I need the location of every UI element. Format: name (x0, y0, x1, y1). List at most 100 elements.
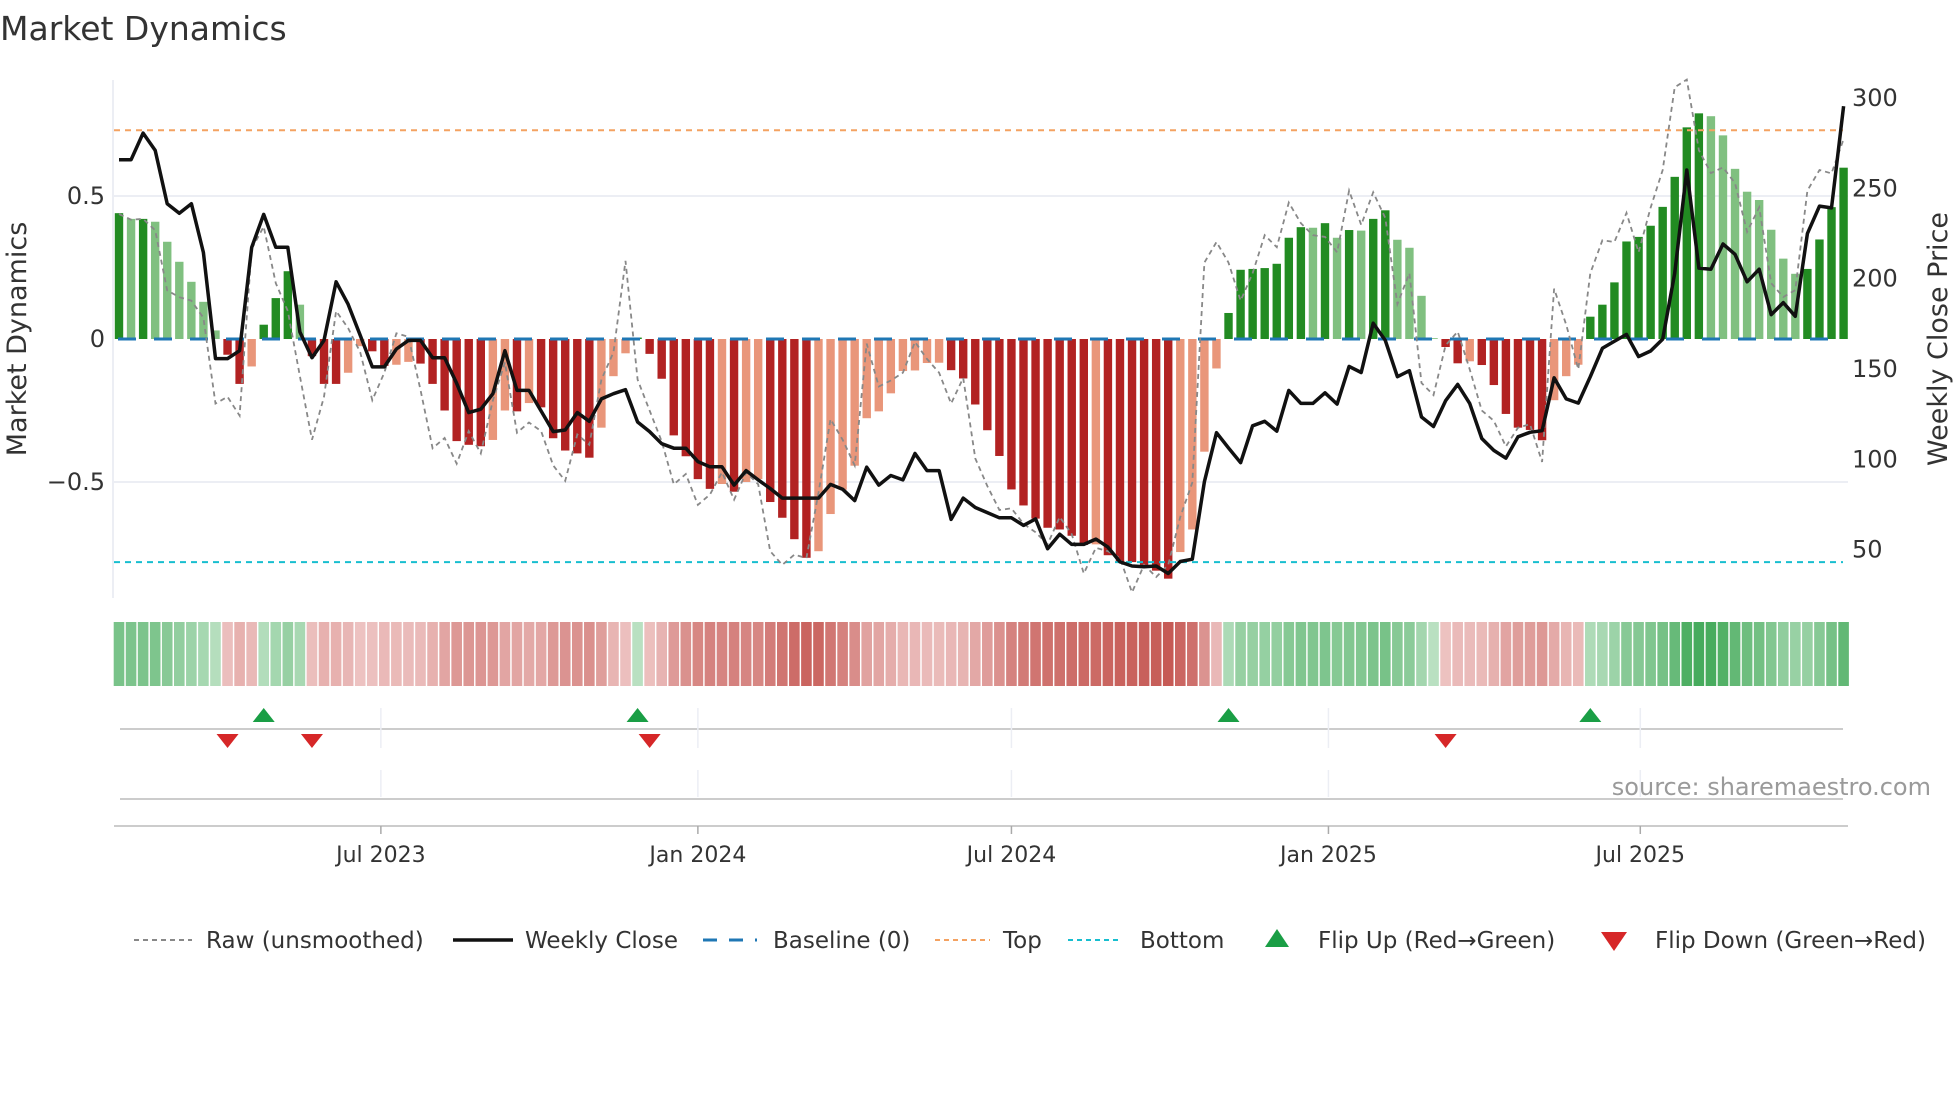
strip-cell (632, 622, 643, 686)
dynamics-bar (1489, 339, 1499, 386)
dynamics-bar (1417, 295, 1426, 339)
chart-title: Market Dynamics (0, 9, 287, 48)
dynamics-bar (1103, 339, 1113, 556)
dynamics-bar (874, 339, 883, 412)
dynamics-bar (1381, 210, 1390, 339)
dynamics-bar (1164, 339, 1173, 579)
dynamics-bar (1356, 230, 1366, 339)
strip-cell (1597, 622, 1608, 686)
dynamics-bar (536, 339, 546, 408)
strip-cell (1609, 622, 1620, 686)
strip-cell (1765, 622, 1777, 686)
line-series (118, 78, 1846, 595)
dynamics-bar (790, 339, 799, 540)
dynamics-bar (1718, 135, 1728, 339)
strip-cell (415, 622, 426, 686)
dynamics-bar (1465, 339, 1474, 362)
x-tick-label: Jan 2025 (1278, 843, 1377, 868)
strip-cell (716, 622, 728, 686)
dynamics-bar (1284, 237, 1294, 339)
strip-cell (1560, 622, 1572, 686)
dynamics-bar (959, 339, 968, 379)
regime-heat-strip (113, 622, 1849, 686)
dynamics-bar (850, 339, 859, 466)
strip-cell (499, 622, 511, 686)
strip-cell (1223, 622, 1234, 686)
strip-cell (149, 622, 161, 686)
dynamics-bar (838, 339, 847, 490)
legend-item-baseline: Baseline (0) (703, 928, 910, 954)
strip-cell (1102, 622, 1114, 686)
strip-cell (1187, 622, 1198, 686)
dynamics-bar (910, 339, 920, 371)
dynamics-bar (440, 339, 449, 411)
strip-cell (330, 622, 342, 686)
dynamics-bar (1031, 339, 1040, 519)
strip-cell (1307, 622, 1319, 686)
dynamics-bar (1320, 223, 1330, 339)
strip-cell (222, 622, 233, 686)
strip-cell (1030, 622, 1041, 686)
flip-up-marker (626, 708, 649, 722)
dynamics-bar (1332, 237, 1342, 339)
dynamics-bar (1308, 227, 1318, 339)
strip-cell (1512, 622, 1524, 686)
strip-cell (994, 622, 1005, 686)
x-tick-label: Jul 2023 (334, 843, 426, 868)
dynamics-bar (223, 339, 232, 355)
legend-bottom-label: Bottom (1140, 928, 1224, 954)
dynamics-bar (187, 281, 196, 339)
strip-cell (1006, 622, 1017, 686)
x-tick-label: Jul 2024 (965, 843, 1057, 868)
strip-cell (752, 622, 764, 686)
strip-cell (1488, 622, 1500, 686)
dynamics-bar (1151, 339, 1161, 571)
dynamics-bar (621, 339, 630, 354)
dynamics-bar (1574, 339, 1583, 365)
legend-flip-up-label: Flip Up (Red→Green) (1318, 928, 1555, 954)
strip-cell (1283, 622, 1295, 686)
dynamics-bar (886, 339, 896, 394)
dynamics-bar (561, 339, 570, 451)
strip-cell (644, 622, 655, 686)
strip-cell (1524, 622, 1536, 686)
dynamics-bar (1646, 225, 1655, 339)
dynamics-bar (138, 218, 148, 339)
strip-cell (1741, 622, 1753, 686)
left-tick-label: 0.5 (67, 182, 105, 210)
dynamics-bar (971, 339, 980, 405)
strip-cell (608, 622, 619, 686)
triangle-up-icon (1265, 929, 1289, 947)
strip-cell (427, 622, 438, 686)
dynamics-bar (1622, 241, 1631, 339)
strip-cell (1657, 622, 1668, 686)
dynamics-bar (1586, 316, 1595, 339)
right-axis-ticks: 300 250 200 150 100 50 (1852, 84, 1898, 564)
strip-cell (475, 622, 487, 686)
dynamics-bar (1513, 339, 1523, 428)
dynamics-bar (1369, 218, 1378, 339)
strip-cell (777, 622, 788, 686)
strip-cell (1777, 622, 1789, 686)
strip-cell (246, 622, 257, 686)
dynamics-bar (1019, 339, 1028, 506)
strip-cell (825, 622, 836, 686)
strip-cell (186, 622, 197, 686)
dynamics-bar (1827, 207, 1836, 339)
left-axis-title: Market Dynamics (2, 222, 33, 457)
dynamics-bar (126, 218, 136, 339)
strip-cell (559, 622, 571, 686)
strip-cell (1404, 622, 1415, 686)
dynamics-bar (1815, 239, 1824, 339)
strip-cell (789, 622, 800, 686)
strip-cell (161, 622, 173, 686)
dynamics-bar (778, 339, 787, 518)
dynamics-bar (814, 339, 823, 552)
dynamics-bar (150, 221, 160, 339)
dynamics-bar (741, 339, 751, 482)
strip-cell (547, 622, 559, 686)
legend-item-flip-down: Flip Down (Green→Red) (1601, 928, 1926, 954)
dynamics-bar (1115, 339, 1125, 562)
strip-cell (1331, 622, 1343, 686)
flip-down-marker (638, 734, 661, 748)
